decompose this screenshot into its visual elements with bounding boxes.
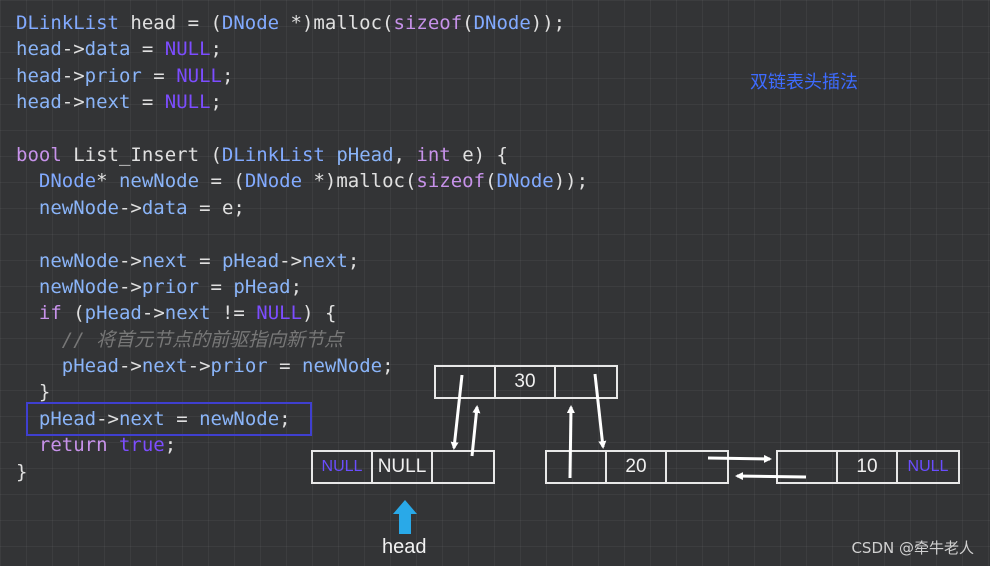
node20-prior-to-new-arrow [566,405,575,479]
new-prior-to-head-arrow [450,374,464,450]
node20-next-to-node10-arrow [707,454,772,463]
pointer-arrows [393,373,807,534]
head-next-to-new-arrow [470,405,481,457]
head-pointer-arrow [393,500,417,534]
node10-prior-to-node20-arrow [735,472,807,481]
head-label: head [382,536,427,558]
watermark: CSDN @牵牛老人 [851,539,974,557]
new-next-to-node20-arrow [593,373,607,449]
